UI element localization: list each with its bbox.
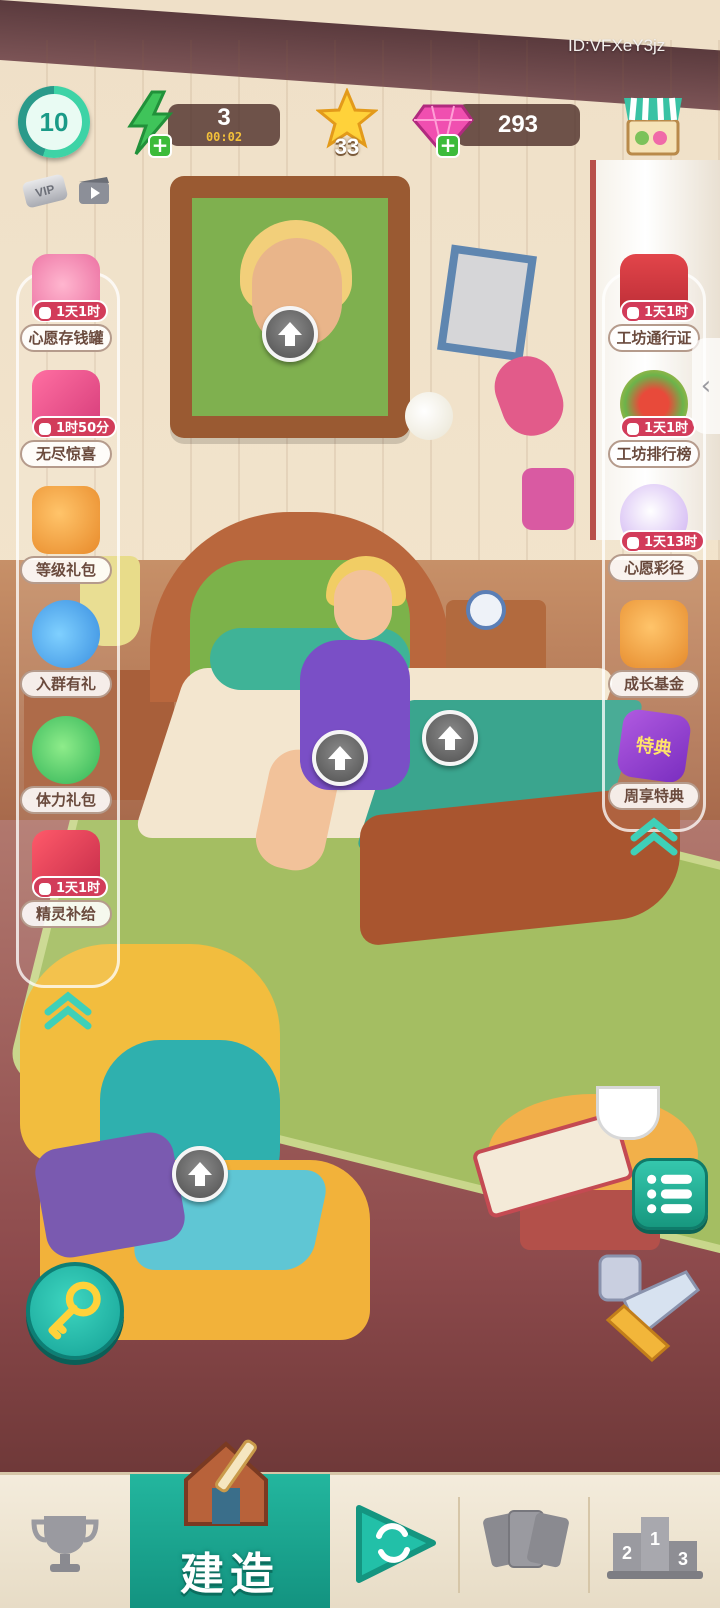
podium-icon: 2 1 3 [607,1517,703,1579]
weekly-ticket-icon: 特典 [615,707,693,785]
event-wish-piggy-bank[interactable]: 1天1时 心愿存钱罐 [16,254,116,362]
level-badge[interactable]: 10 [18,86,90,158]
task-list-button[interactable] [632,1158,708,1230]
shop-icon[interactable] [620,90,686,158]
up-arrow-icon [278,322,302,346]
upgrade-arrow-painting[interactable] [262,306,318,362]
cat-fund-icon [620,600,688,668]
wall-lamp [405,392,453,440]
event-timer: 1天1时 [620,300,697,322]
upgrade-arrow-armchair[interactable] [172,1146,228,1202]
key-icon [48,1281,101,1340]
event-label: 工坊排行榜 [608,440,700,468]
gem-counter[interactable]: 293 [456,104,580,146]
side-drawer-tab[interactable]: ‹ [692,338,720,434]
green-piggy-icon [32,716,100,784]
chevron-up-icon[interactable] [42,990,94,1030]
event-timer: 1天1时 [32,300,109,322]
energy-value: 3 [217,104,231,131]
event-label: 无尽惊喜 [20,440,112,468]
up-arrow-icon [438,726,462,750]
event-stamina-pack[interactable]: 体力礼包 [16,716,116,824]
star-count: 33 [334,134,360,159]
cat-gift-icon [32,486,100,554]
gem-plus-icon[interactable]: + [436,134,460,158]
video-icon[interactable] [76,174,114,208]
upgrade-arrow-bed[interactable] [312,730,368,786]
event-label: 工坊通行证 [608,324,700,352]
character-head [334,570,392,640]
event-timer: 1天13时 [620,530,706,552]
energy-timer: 00:02 [205,130,243,144]
event-label: 等级礼包 [20,556,112,584]
podium-first: 1 [650,1529,660,1549]
nav-cards[interactable] [460,1475,588,1608]
event-wish-rainbow-path[interactable]: 1天13时 心愿彩径 [604,484,706,592]
podium-second: 2 [622,1543,632,1563]
alarm-clock [466,590,506,630]
event-join-group[interactable]: 入群有礼 [16,600,116,708]
event-label: 体力礼包 [20,786,112,814]
energy-counter[interactable]: 3 00:02 [168,104,280,146]
nav-leaderboard[interactable]: 2 1 3 [590,1475,720,1608]
player-id: ID:VFXeY3jz [568,36,666,55]
list-icon [647,1174,692,1214]
build-house-icon[interactable] [176,1430,276,1530]
chat-bubbles-icon [32,600,100,668]
event-growth-fund[interactable]: 成长基金 [604,600,704,708]
build-label[interactable]: 建造 [130,1538,330,1602]
event-level-pack[interactable]: 等级礼包 [16,486,116,594]
nav-play[interactable] [330,1475,458,1608]
refresh-play-icon [356,1505,436,1583]
key-button[interactable] [26,1262,124,1360]
photo-frame [437,244,537,362]
event-workshop-pass[interactable]: 1天1时 工坊通行证 [604,254,704,362]
up-arrow-icon [188,1162,212,1186]
event-label: 精灵补给 [20,900,112,928]
event-timer: 1天1时 [620,416,697,438]
upgrade-arrow-blanket[interactable] [422,710,478,766]
event-spirit-supply[interactable]: 1天1时 精灵补给 [16,830,116,938]
event-workshop-leaderboard[interactable]: 1天1时 工坊排行榜 [604,370,704,478]
event-weekly-special[interactable]: 特典 周享特典 [604,707,704,820]
chevron-up-icon[interactable] [628,816,680,856]
cards-icon [483,1510,569,1568]
podium-third: 3 [678,1549,688,1569]
event-label: 周享特典 [608,782,700,810]
event-label: 心愿存钱罐 [20,324,112,352]
event-timer: 1天1时 [32,876,109,898]
up-arrow-icon [328,746,352,770]
level-number: 10 [26,94,82,150]
bottom-navigation: 2 1 3 [0,1472,720,1608]
nav-trophy[interactable] [0,1475,130,1608]
event-label: 心愿彩径 [608,554,700,582]
event-label: 成长基金 [608,670,700,698]
gem-value: 293 [497,111,539,138]
event-label: 入群有礼 [20,670,112,698]
event-endless-surprise[interactable]: 1时50分 无尽惊喜 [16,370,118,478]
hammer-saw-icon[interactable] [594,1250,710,1370]
trophy-icon [31,1516,99,1572]
pink-bag [522,468,574,530]
coffee-cup [596,1086,660,1140]
energy-plus-icon[interactable]: + [148,134,172,158]
event-timer: 1时50分 [32,416,118,438]
